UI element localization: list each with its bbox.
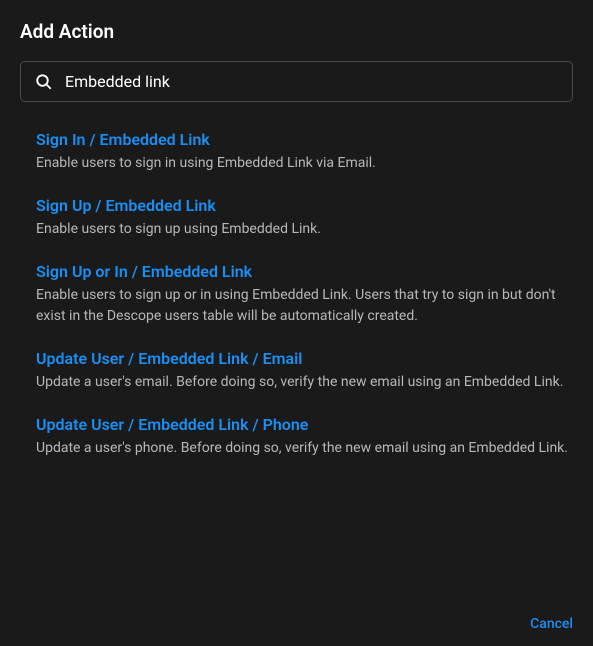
result-title[interactable]: Update User / Embedded Link / Email [36,349,573,368]
result-item[interactable]: Sign Up / Embedded Link Enable users to … [36,196,573,240]
result-description: Update a user's phone. Before doing so, … [36,438,573,459]
result-item[interactable]: Update User / Embedded Link / Phone Upda… [36,415,573,459]
result-item[interactable]: Sign Up or In / Embedded Link Enable use… [36,262,573,327]
cancel-button[interactable]: Cancel [530,616,573,632]
result-title[interactable]: Sign Up / Embedded Link [36,196,573,215]
result-description: Enable users to sign up or in using Embe… [36,285,573,327]
result-title[interactable]: Update User / Embedded Link / Phone [36,415,573,434]
results-list: Sign In / Embedded Link Enable users to … [20,130,573,459]
search-icon [35,73,53,91]
result-description: Enable users to sign up using Embedded L… [36,219,573,240]
result-description: Enable users to sign in using Embedded L… [36,153,573,174]
result-item[interactable]: Update User / Embedded Link / Email Upda… [36,349,573,393]
search-container[interactable] [20,61,573,102]
result-item[interactable]: Sign In / Embedded Link Enable users to … [36,130,573,174]
result-title[interactable]: Sign In / Embedded Link [36,130,573,149]
result-title[interactable]: Sign Up or In / Embedded Link [36,262,573,281]
search-input[interactable] [65,72,558,91]
page-title: Add Action [20,20,573,43]
result-description: Update a user's email. Before doing so, … [36,372,573,393]
